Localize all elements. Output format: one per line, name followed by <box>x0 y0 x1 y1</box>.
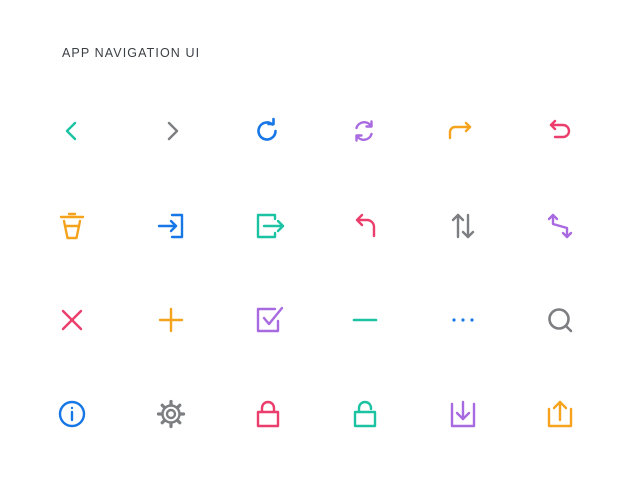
login-icon[interactable] <box>156 211 186 241</box>
page-title: APP NAVIGATION UI <box>62 46 201 60</box>
sort-icon[interactable] <box>448 211 478 241</box>
refresh-icon[interactable] <box>252 116 282 146</box>
gear-icon[interactable] <box>156 399 186 429</box>
swap-icon[interactable] <box>545 211 575 241</box>
reply-icon[interactable] <box>350 211 380 241</box>
chevron-left-icon[interactable] <box>57 116 87 146</box>
chevron-right-icon[interactable] <box>157 116 187 146</box>
search-icon[interactable] <box>545 305 575 335</box>
logout-icon[interactable] <box>255 211 285 241</box>
plus-icon[interactable] <box>156 305 186 335</box>
redo-icon[interactable] <box>445 116 475 146</box>
checkbox-icon[interactable] <box>254 305 284 335</box>
upload-icon[interactable] <box>545 399 575 429</box>
undo-icon[interactable] <box>545 116 575 146</box>
close-icon[interactable] <box>57 305 87 335</box>
info-icon[interactable] <box>57 399 87 429</box>
download-icon[interactable] <box>448 399 478 429</box>
trash-icon[interactable] <box>57 211 87 241</box>
sync-icon[interactable] <box>349 116 379 146</box>
unlock-icon[interactable] <box>350 399 380 429</box>
minus-icon[interactable] <box>350 305 380 335</box>
more-icon[interactable] <box>448 305 478 335</box>
lock-icon[interactable] <box>253 399 283 429</box>
